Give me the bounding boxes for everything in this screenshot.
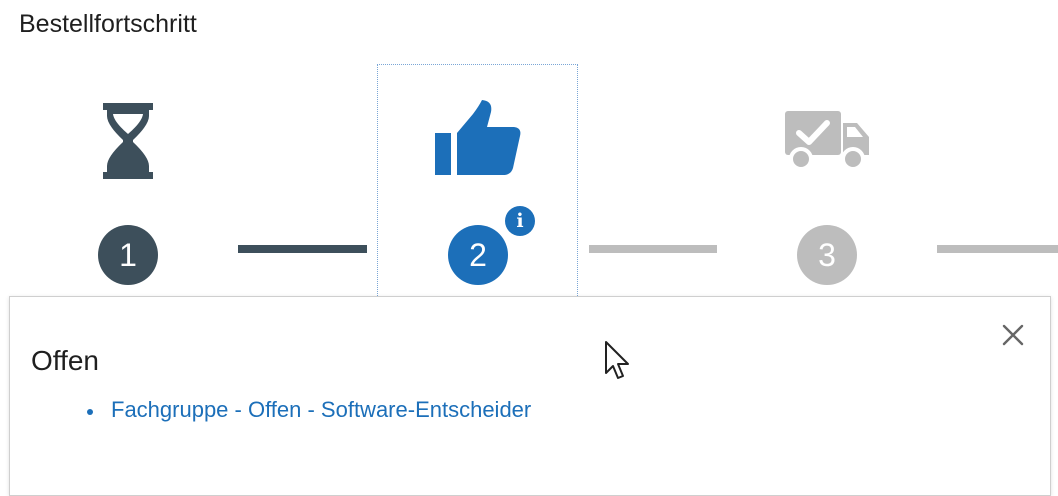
delivery-truck-check-icon xyxy=(785,111,869,171)
connector-2-3 xyxy=(589,245,717,253)
step-2-number[interactable]: 2 xyxy=(448,225,508,285)
popover-title: Offen xyxy=(31,345,99,376)
hourglass-icon xyxy=(103,103,153,179)
close-icon[interactable] xyxy=(1000,322,1026,348)
step-details-popover: Offen Fachgruppe - Offen - Software-Ents… xyxy=(9,296,1051,496)
thumbs-up-icon xyxy=(435,100,521,175)
info-icon[interactable]: i xyxy=(505,206,535,236)
mouse-cursor-icon xyxy=(605,341,629,379)
bullet-icon xyxy=(87,409,93,415)
page-title: Bestellfortschritt xyxy=(19,10,197,38)
step-1-number[interactable]: 1 xyxy=(98,225,158,285)
list-item-link[interactable]: Fachgruppe - Offen - Software-Entscheide… xyxy=(111,397,531,423)
step-3-number[interactable]: 3 xyxy=(797,225,857,285)
connector-3-4 xyxy=(937,245,1058,253)
connector-1-2 xyxy=(238,245,367,253)
